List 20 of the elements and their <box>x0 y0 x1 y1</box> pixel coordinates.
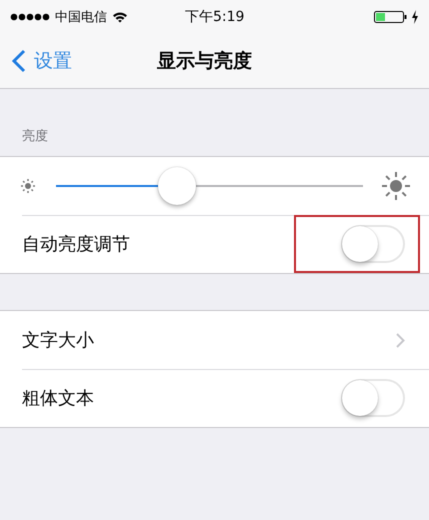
back-chevron-icon <box>12 49 26 73</box>
wifi-icon <box>112 11 128 23</box>
toggle-switch[interactable] <box>341 379 405 417</box>
setting-label: 文字大小 <box>22 329 95 352</box>
back-button[interactable]: 设置 <box>0 48 72 74</box>
chevron-right-icon <box>396 332 405 348</box>
setting-label: 自动亮度调节 <box>22 233 131 256</box>
section-header: 亮度 <box>21 128 49 146</box>
signal-icon <box>10 13 50 21</box>
charging-icon <box>411 10 419 24</box>
carrier-name: 中国电信 <box>55 9 107 26</box>
dim-sun-icon <box>20 178 36 194</box>
status-time: 下午5:19 <box>185 8 244 26</box>
page-title: 显示与亮度 <box>157 49 252 74</box>
toggle-switch[interactable] <box>341 225 405 263</box>
bright-sun-icon <box>381 171 411 201</box>
slider-thumb[interactable] <box>158 167 196 205</box>
setting-label: 粗体文本 <box>22 387 95 410</box>
brightness-slider[interactable] <box>56 167 363 205</box>
battery-icon <box>374 10 408 24</box>
